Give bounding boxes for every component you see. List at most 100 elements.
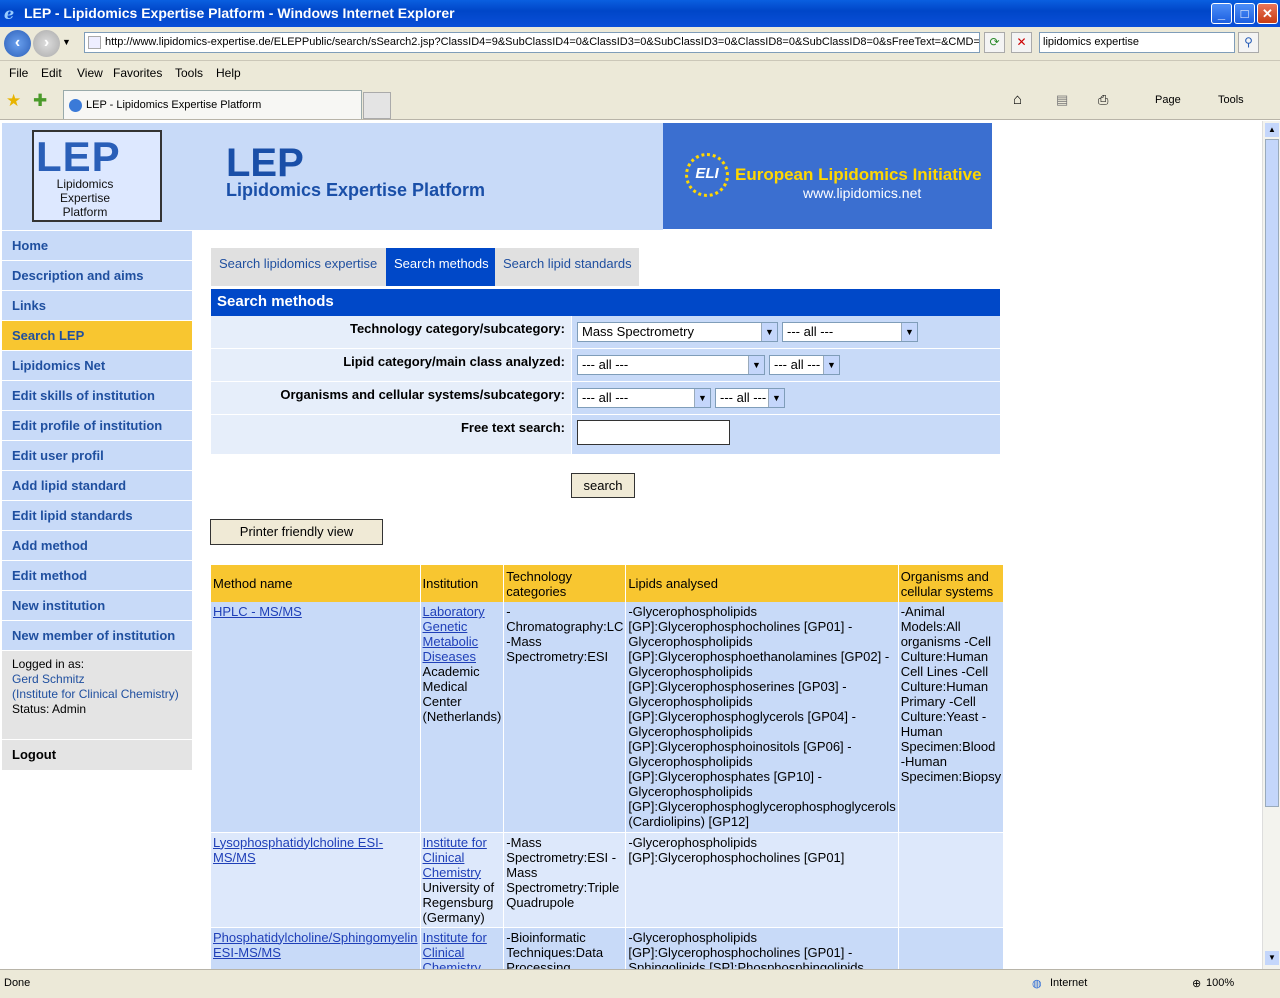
menu-bar: File Edit View Favorites Tools Help xyxy=(0,61,1280,85)
search-button[interactable]: search xyxy=(571,473,635,498)
sidebar-item-home[interactable]: Home xyxy=(2,231,192,261)
back-button[interactable]: ‹ xyxy=(4,30,31,57)
organisms-cell: -Animal Models:All organisms -Cell Cultu… xyxy=(898,602,1005,833)
institution-link[interactable]: Institute for Clinical Chemistry xyxy=(423,930,487,970)
add-favorites-icon[interactable]: ✚ xyxy=(33,91,47,111)
tech-label: Technology category/subcategory: xyxy=(211,316,571,348)
lipids-cell: -Glycerophospholipids [GP]:Glycerophosph… xyxy=(625,927,899,969)
sidebar-item-description[interactable]: Description and aims xyxy=(2,261,192,291)
tab-search-methods[interactable]: Search methods xyxy=(386,248,495,286)
sidebar-item-add-lipid-standard[interactable]: Add lipid standard xyxy=(2,471,192,501)
sidebar-item-edit-user[interactable]: Edit user profil xyxy=(2,441,192,471)
lep-banner: LEP Lipidomics Expertise Platform xyxy=(192,123,663,230)
sidebar-item-edit-lipid-standards[interactable]: Edit lipid standards xyxy=(2,501,192,531)
sidebar-item-edit-profile[interactable]: Edit profile of institution xyxy=(2,411,192,441)
stop-button[interactable]: ✕ xyxy=(1011,32,1032,53)
minimize-button[interactable]: _ xyxy=(1211,3,1232,24)
home-icon[interactable]: ⌂ xyxy=(1013,91,1022,108)
organism-subcategory-select[interactable]: --- all --- ▼ xyxy=(715,388,785,408)
login-institution[interactable]: (Institute for Clinical Chemistry) xyxy=(12,687,182,702)
sidebar-item-new-institution[interactable]: New institution xyxy=(2,591,192,621)
free-text-row: Free text search: xyxy=(211,415,1000,455)
table-row: Phosphatidylcholine/Sphingomyelin ESI-MS… xyxy=(211,927,1005,970)
scroll-down-icon[interactable]: ▼ xyxy=(1265,951,1279,965)
tech-subcategory-select[interactable]: --- all --- ▼ xyxy=(782,322,918,342)
institution-link[interactable]: Institute for Clinical Chemistry xyxy=(423,835,487,880)
method-link[interactable]: HPLC - MS/MS xyxy=(213,604,302,619)
organism-select[interactable]: --- all --- ▼ xyxy=(577,388,711,408)
search-form: Search methods Technology category/subca… xyxy=(211,289,1000,455)
printer-friendly-button[interactable]: Printer friendly view xyxy=(210,519,383,545)
method-link[interactable]: Phosphatidylcholine/Sphingomyelin ESI-MS… xyxy=(213,930,418,960)
tools-menu[interactable]: Tools xyxy=(1218,94,1244,106)
technology-cell: -Chromatography:LC -Mass Spectrometry:ES… xyxy=(503,602,627,833)
window-titlebar: e LEP - Lipidomics Expertise Platform - … xyxy=(0,0,1280,27)
technology-cell: -Mass Spectrometry:ESI -Mass Spectrometr… xyxy=(503,832,627,928)
org-row: Organisms and cellular systems/subcatego… xyxy=(211,382,1000,415)
sidebar-item-edit-method[interactable]: Edit method xyxy=(2,561,192,591)
results-header: Method name Institution Technology categ… xyxy=(211,565,1005,602)
institution-link[interactable]: Laboratory Genetic Metabolic Diseases xyxy=(423,604,485,664)
logo-line3: Platform xyxy=(62,205,108,219)
tech-row: Technology category/subcategory: Mass Sp… xyxy=(211,316,1000,349)
lipid-class-select[interactable]: --- all --- ▼ xyxy=(769,355,840,375)
eli-banner[interactable]: ELI European Lipidomics Initiative www.l… xyxy=(663,123,992,229)
address-bar: ‹ › ▼ http://www.lipidomics-expertise.de… xyxy=(0,27,1280,61)
close-button[interactable]: ✕ xyxy=(1257,3,1278,24)
org-label: Organisms and cellular systems/subcatego… xyxy=(211,382,571,414)
sidebar-item-lipidomics-net[interactable]: Lipidomics Net xyxy=(2,351,192,381)
lipids-cell: -Glycerophospholipids [GP]:Glycerophosph… xyxy=(625,832,899,928)
institution-text: University of Regensburg (Germany) xyxy=(422,879,495,925)
scroll-thumb[interactable] xyxy=(1265,139,1279,807)
lipid-row: Lipid category/main class analyzed: --- … xyxy=(211,349,1000,382)
logo-lep-text: LEP xyxy=(36,133,121,180)
sidebar-item-edit-skills[interactable]: Edit skills of institution xyxy=(2,381,192,411)
browser-tab[interactable]: LEP - Lipidomics Expertise Platform xyxy=(63,90,362,119)
print-icon[interactable]: ⎙ xyxy=(1098,92,1108,108)
vertical-scrollbar[interactable]: ▲ ▼ xyxy=(1262,121,1280,969)
forward-button[interactable]: › xyxy=(33,30,60,57)
method-link[interactable]: Lysophosphatidylcholine ESI-MS/MS xyxy=(213,835,383,865)
tech-category-select[interactable]: Mass Spectrometry ▼ xyxy=(577,322,778,342)
chevron-down-icon: ▼ xyxy=(694,389,710,407)
tab-search-expertise[interactable]: Search lipidomics expertise xyxy=(211,248,386,286)
tab-search-lipid-standards[interactable]: Search lipid standards xyxy=(495,248,639,286)
results-table: Method name Institution Technology categ… xyxy=(211,565,1005,970)
form-header: Search methods xyxy=(211,289,1000,316)
menu-file[interactable]: File xyxy=(9,66,28,80)
search-input[interactable]: lipidomics expertise xyxy=(1039,32,1235,53)
zoom-level[interactable]: 100% xyxy=(1206,977,1234,989)
eli-title: European Lipidomics Initiative xyxy=(735,165,982,184)
search-icon[interactable]: ⚲ xyxy=(1238,32,1259,53)
col-lipids: Lipids analysed xyxy=(625,565,899,602)
lipid-category-select[interactable]: --- all --- ▼ xyxy=(577,355,765,375)
page-icon xyxy=(88,36,101,49)
free-text-input[interactable] xyxy=(577,420,730,445)
scroll-up-icon[interactable]: ▲ xyxy=(1265,123,1279,137)
favorites-star-icon[interactable]: ★ xyxy=(6,91,21,111)
sidebar-item-links[interactable]: Links xyxy=(2,291,192,321)
menu-tools[interactable]: Tools xyxy=(175,66,203,80)
sidebar-item-new-member[interactable]: New member of institution xyxy=(2,621,192,651)
login-user[interactable]: Gerd Schmitz xyxy=(12,672,182,687)
history-dropdown-icon[interactable]: ▼ xyxy=(62,37,71,47)
url-input[interactable]: http://www.lipidomics-expertise.de/ELEPP… xyxy=(84,32,980,53)
sidebar-item-add-method[interactable]: Add method xyxy=(2,531,192,561)
new-tab-button[interactable] xyxy=(363,92,391,119)
tab-bar: ★ ✚ LEP - Lipidomics Expertise Platform … xyxy=(0,85,1280,120)
menu-help[interactable]: Help xyxy=(216,66,241,80)
refresh-button[interactable]: ⟳ xyxy=(984,32,1005,53)
page-menu[interactable]: Page xyxy=(1155,94,1181,106)
menu-edit[interactable]: Edit xyxy=(41,66,62,80)
menu-favorites[interactable]: Favorites xyxy=(113,66,162,80)
chevron-down-icon: ▼ xyxy=(748,356,764,374)
feeds-icon[interactable]: ▤ xyxy=(1056,92,1068,108)
free-text-label: Free text search: xyxy=(211,415,571,454)
sidebar-item-search-lep[interactable]: Search LEP xyxy=(2,321,192,351)
logout-button[interactable]: Logout xyxy=(2,740,192,770)
maximize-button[interactable]: □ xyxy=(1234,3,1255,24)
menu-view[interactable]: View xyxy=(77,66,103,80)
tab-title: LEP - Lipidomics Expertise Platform xyxy=(86,99,262,111)
page-viewport: LEP Lipidomics Expertise Platform Home D… xyxy=(0,121,1262,969)
globe-icon: ◍ xyxy=(1032,978,1042,990)
